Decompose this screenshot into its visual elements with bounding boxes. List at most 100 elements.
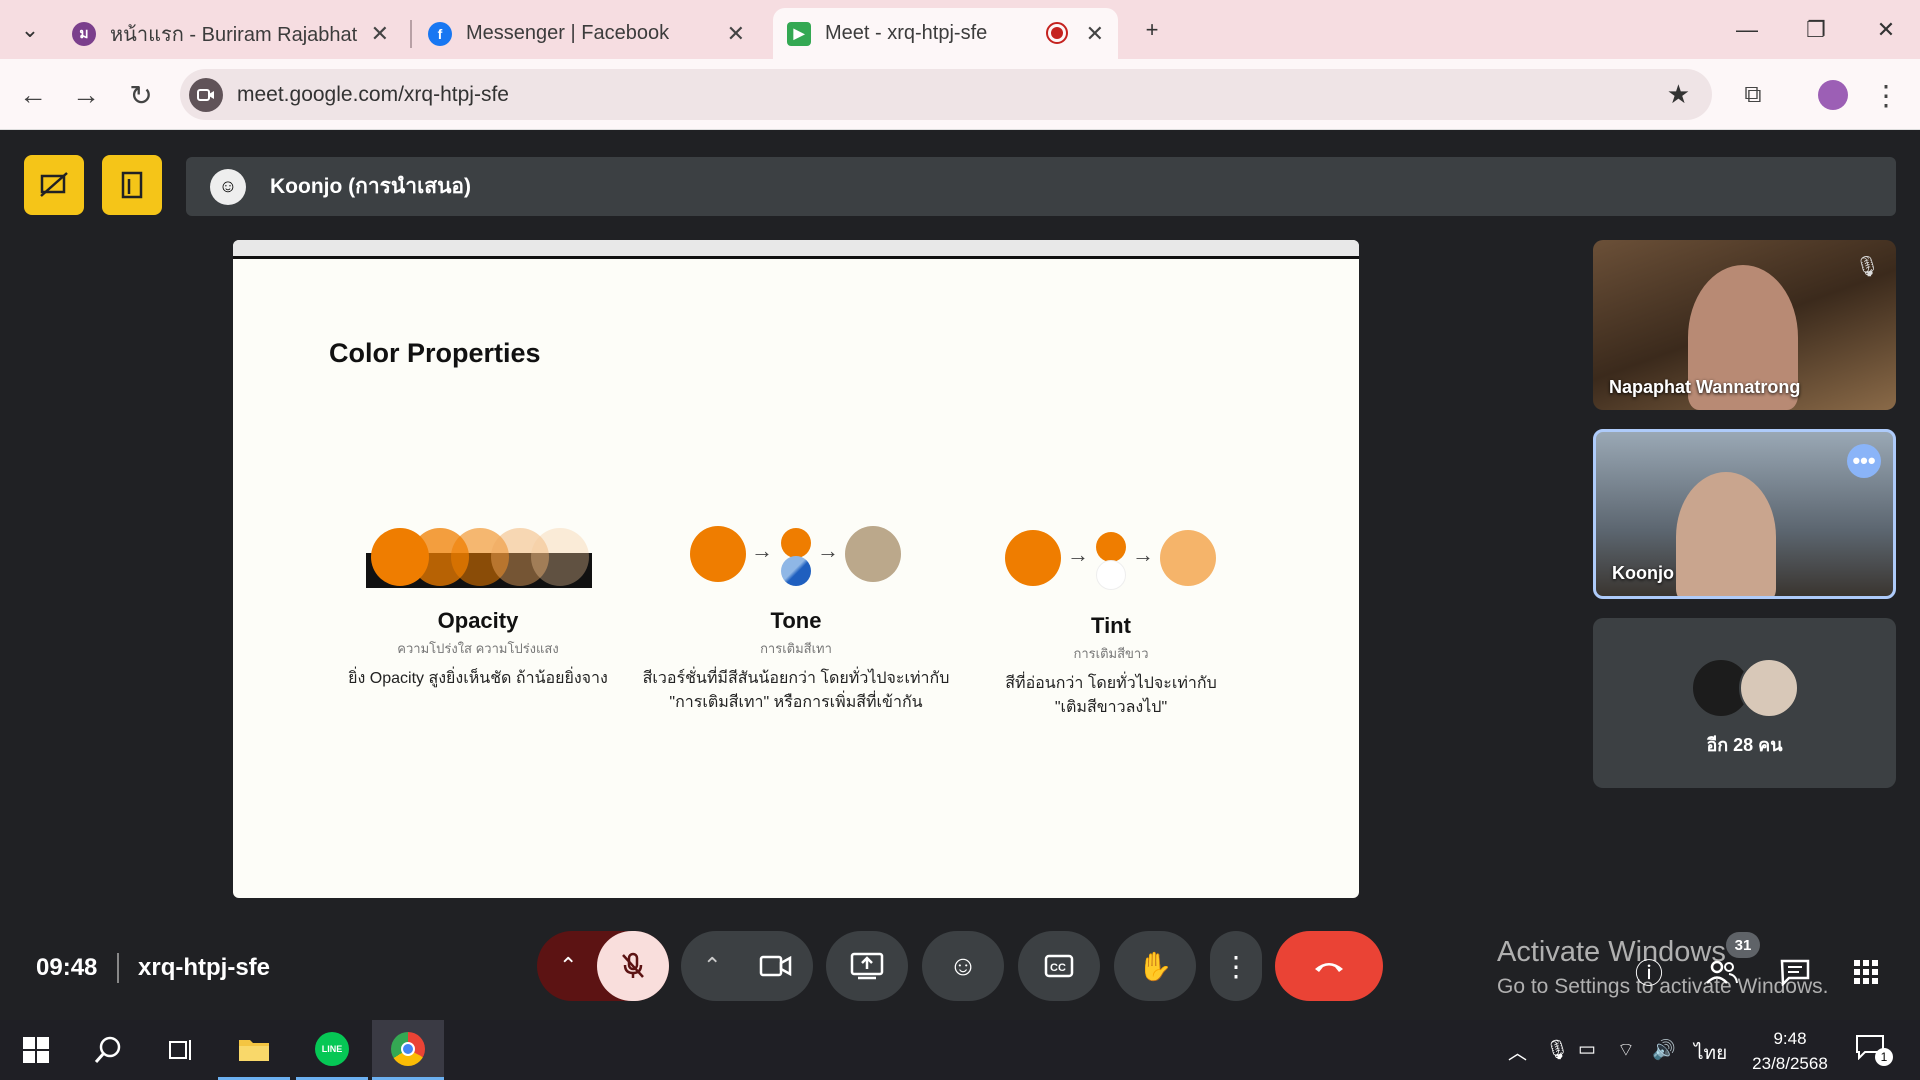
- forward-arrow-icon[interactable]: →: [66, 75, 106, 115]
- battery-icon[interactable]: ▭: [1578, 1038, 1596, 1061]
- kebab-icon: ⋮: [1222, 950, 1250, 982]
- exit-present-button[interactable]: [102, 155, 162, 215]
- site-info-icon[interactable]: [189, 77, 223, 112]
- restore-icon[interactable]: ❐: [1796, 10, 1836, 50]
- notification-count: 1: [1875, 1048, 1893, 1066]
- minimize-icon[interactable]: —: [1727, 10, 1767, 50]
- search-icon[interactable]: [72, 1020, 144, 1080]
- video-options-button[interactable]: ⌃: [681, 931, 813, 1001]
- column-title: Tint: [1091, 613, 1131, 638]
- language-indicator[interactable]: ไทย: [1694, 1038, 1727, 1068]
- meeting-info-icon[interactable]: ⓘ: [1629, 952, 1669, 992]
- taskbar-date: 23/8/2568: [1752, 1054, 1828, 1073]
- arrow-icon: →: [1067, 542, 1089, 567]
- chat-icon[interactable]: [1775, 952, 1815, 992]
- svg-text:CC: CC: [1050, 962, 1066, 974]
- column-subtitle: การเติมสีขาว: [1073, 646, 1149, 661]
- others-tile[interactable]: อีก 28 คน: [1593, 618, 1896, 788]
- meet-stage: ☺ Koonjo (การนำเสนอ) Color Properties → …: [0, 130, 1920, 1020]
- tab-messenger[interactable]: f Messenger | Facebook ✕: [414, 8, 759, 59]
- tone-swatch: [781, 528, 811, 558]
- presenter-label: Koonjo (การนำเสนอ): [270, 175, 472, 198]
- arrow-icon: →: [751, 538, 773, 563]
- tone-result-swatch: [845, 526, 901, 582]
- hand-icon: ✋: [1137, 950, 1173, 982]
- presenter-avatar: ☺: [210, 168, 246, 205]
- tab-buriram[interactable]: ม หน้าแรก - Buriram Rajabhat Univ ✕: [58, 8, 403, 59]
- chrome-icon[interactable]: [372, 1020, 444, 1080]
- back-arrow-icon[interactable]: ←: [13, 75, 53, 115]
- profile-avatar[interactable]: [1818, 80, 1848, 110]
- arrow-icon: →: [1132, 542, 1154, 567]
- activate-windows-title: Activate Windows: [1497, 936, 1726, 968]
- file-explorer-icon[interactable]: [218, 1020, 290, 1080]
- arrow-icon: →: [817, 538, 839, 563]
- reload-icon[interactable]: ↻: [121, 75, 161, 115]
- shared-browser-tabs: [233, 240, 1359, 259]
- column-desc: สีที่อ่อนกว่า โดยทั่วไปจะเท่ากับ "เติมสีข…: [1005, 675, 1217, 716]
- more-options-icon[interactable]: •••: [1847, 444, 1881, 478]
- column-desc: สีเวอร์ชั่นที่มีสีสันน้อยกว่า โดยทั่วไปจ…: [642, 670, 950, 711]
- tab-meet[interactable]: ▶ Meet - xrq-htpj-sfe ✕: [773, 8, 1118, 59]
- browser-toolbar: ← → ↻ meet.google.com/xrq-htpj-sfe ★ ⧉ ⋮: [0, 59, 1920, 130]
- present-screen-button[interactable]: [826, 931, 908, 1001]
- close-icon[interactable]: ✕: [727, 21, 745, 47]
- volume-icon[interactable]: 🔊: [1652, 1038, 1676, 1062]
- meet-control-bar: 09:48 xrq-htpj-sfe ⌃ ⌃ ☺ CC ✋ ⋮ Activate…: [0, 920, 1920, 1020]
- stop-presenting-button[interactable]: [24, 155, 84, 215]
- mic-off-icon: [622, 952, 644, 978]
- chevron-up-icon: ⌃: [703, 953, 722, 978]
- close-window-icon[interactable]: ✕: [1866, 10, 1906, 50]
- task-view-icon[interactable]: [144, 1020, 216, 1080]
- mic-toggle-button[interactable]: [597, 931, 669, 1001]
- tone-gray-swatch: [781, 556, 811, 586]
- opacity-column: Opacity ความโปร่งใส ความโปร่งแสง ยิ่ง Op…: [333, 608, 623, 691]
- extensions-puzzle-icon[interactable]: ⧉: [1733, 75, 1773, 115]
- people-icon[interactable]: [1702, 952, 1742, 992]
- notification-icon[interactable]: 1: [1855, 1034, 1893, 1066]
- slide-title: Color Properties: [329, 338, 541, 368]
- wifi-icon[interactable]: ⌔: [1617, 1038, 1635, 1062]
- muted-mic-icon: 🎙: [1854, 256, 1880, 278]
- tint-result-swatch: [1160, 530, 1216, 586]
- participant-tile-koonjo[interactable]: ••• Koonjo: [1593, 429, 1896, 599]
- avatar: [1739, 658, 1799, 718]
- shared-screen: Color Properties → → → → Opacity ความโปร…: [233, 240, 1359, 898]
- leave-call-button[interactable]: [1275, 931, 1383, 1001]
- menu-kebab-icon[interactable]: ⋮: [1866, 75, 1906, 115]
- address-bar[interactable]: meet.google.com/xrq-htpj-sfe ★: [180, 69, 1712, 120]
- emoji-icon: ☺: [948, 950, 978, 981]
- tint-white-swatch: [1096, 560, 1126, 590]
- participant-count-badge: 31: [1726, 932, 1760, 958]
- tint-column: Tint การเติมสีขาว สีที่อ่อนกว่า โดยทั่วไ…: [973, 613, 1249, 720]
- university-icon: ม: [72, 21, 96, 46]
- facebook-icon: f: [428, 21, 452, 46]
- opacity-swatch: [531, 528, 589, 586]
- microphone-tray-icon[interactable]: 🎙: [1545, 1038, 1569, 1062]
- participant-video: [1676, 472, 1776, 596]
- line-app-icon[interactable]: LINE: [296, 1020, 368, 1080]
- start-windows-icon[interactable]: [0, 1020, 72, 1080]
- close-icon[interactable]: ✕: [371, 21, 389, 47]
- meeting-code: xrq-htpj-sfe: [138, 954, 270, 981]
- tab-title: Messenger | Facebook: [466, 22, 670, 44]
- participant-tile-napaphat[interactable]: 🎙 Napaphat Wannatrong: [1593, 240, 1896, 410]
- meeting-time: 09:48: [36, 954, 98, 981]
- captions-icon: CC: [1044, 954, 1074, 978]
- close-icon[interactable]: ✕: [1086, 21, 1104, 47]
- present-icon: [850, 952, 884, 980]
- taskbar-clock[interactable]: 9:48 23/8/2568: [1745, 1026, 1835, 1076]
- tint-swatch: [1005, 530, 1061, 586]
- activities-grid-icon[interactable]: [1846, 952, 1886, 992]
- bookmark-star-icon[interactable]: ★: [1667, 79, 1690, 110]
- tab-title: Meet - xrq-htpj-sfe: [825, 22, 988, 44]
- tab-search-chevron-icon[interactable]: ⌄: [10, 10, 50, 50]
- others-count: อีก 28 คน: [1706, 735, 1783, 755]
- reactions-button[interactable]: ☺: [922, 931, 1004, 1001]
- new-tab-plus-icon[interactable]: +: [1132, 10, 1172, 50]
- raise-hand-button[interactable]: ✋: [1114, 931, 1196, 1001]
- hang-up-icon: [1315, 963, 1343, 972]
- more-options-button[interactable]: ⋮: [1210, 931, 1262, 1001]
- captions-button[interactable]: CC: [1018, 931, 1100, 1001]
- tray-chevron-icon[interactable]: ︿: [1508, 1038, 1527, 1065]
